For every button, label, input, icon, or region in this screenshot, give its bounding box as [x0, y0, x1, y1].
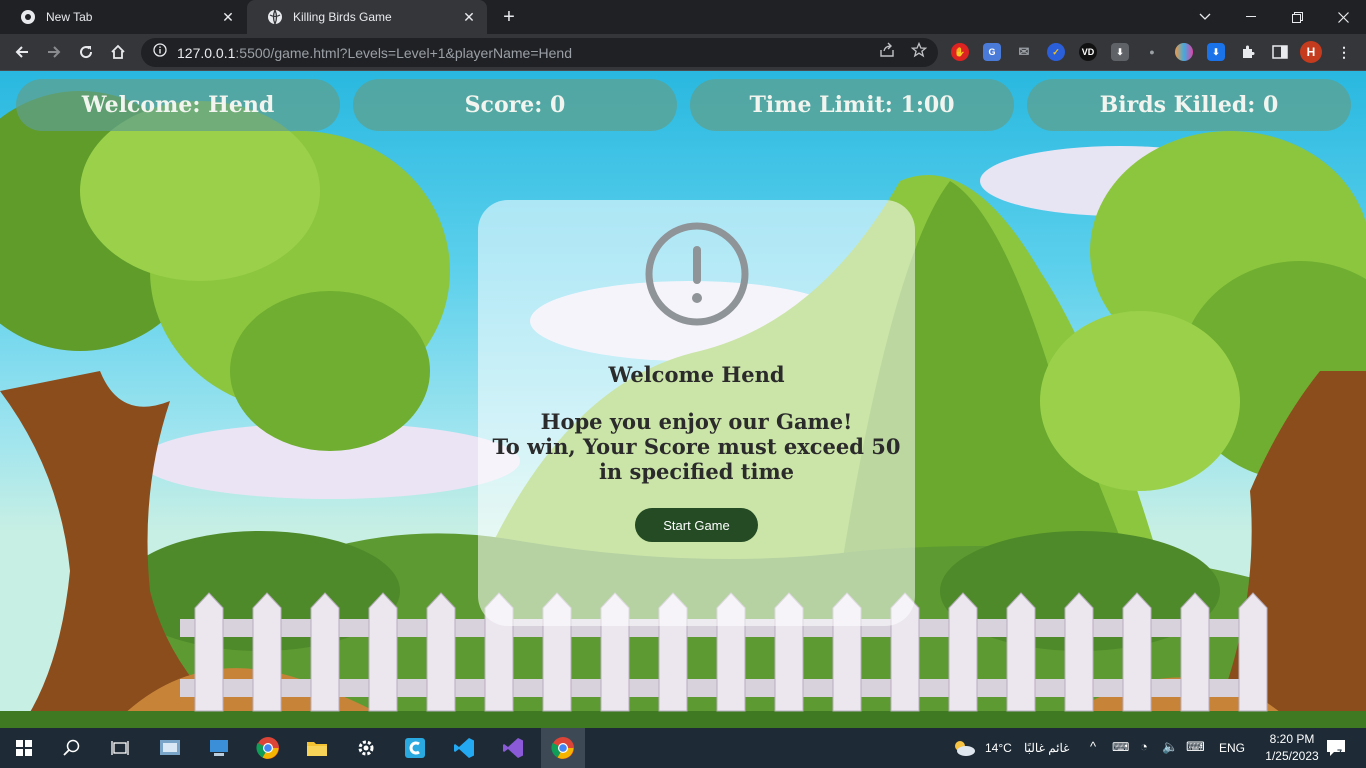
minimize-button[interactable] [1228, 0, 1274, 34]
fence-picket [194, 592, 224, 712]
notification-count: 7 [1337, 748, 1343, 758]
forward-button[interactable] [42, 40, 66, 64]
home-button[interactable] [106, 40, 130, 64]
hud-birds-killed: Birds Killed: 0 [1027, 79, 1351, 131]
fence-picket [252, 592, 282, 712]
profile-avatar[interactable]: H [1300, 41, 1322, 63]
exclamation-circle-icon [645, 222, 748, 326]
fence-picket [426, 592, 456, 712]
chrome-icon[interactable] [254, 734, 282, 762]
input-indicator-icon[interactable]: ⌨ [1112, 740, 1129, 754]
hud-time-limit: Time Limit: 1:00 [690, 79, 1014, 131]
fence-picket [1122, 592, 1152, 712]
ccleaner-icon[interactable] [401, 734, 429, 762]
game-area[interactable]: Welcome: Hend Score: 0 Time Limit: 1:00 … [0, 71, 1366, 728]
dialog-line-2: To win, Your Score must exceed 50 [492, 434, 901, 459]
bottle-extension-icon[interactable]: ● [1143, 43, 1161, 61]
back-button[interactable] [10, 40, 34, 64]
fence-picket [1238, 592, 1268, 712]
clock-date[interactable]: 1/25/2023 [1256, 749, 1328, 763]
keyboard-icon[interactable]: ⌨ [1186, 739, 1205, 755]
close-window-button[interactable] [1320, 0, 1366, 34]
settings-gear-icon[interactable] [352, 734, 380, 762]
kebab-menu-icon[interactable]: ⋮ [1335, 43, 1353, 61]
start-game-button[interactable]: Start Game [635, 508, 758, 542]
language-indicator[interactable]: ENG [1219, 741, 1245, 755]
volume-icon[interactable]: 🔈 [1162, 739, 1178, 755]
idm-extension-icon[interactable]: ⬇ [1207, 43, 1225, 61]
wifi-icon[interactable]: ◔ [1140, 739, 1148, 754]
chrome-icon [20, 9, 36, 25]
fence-picket [1064, 592, 1094, 712]
new-tab-button[interactable]: + [498, 6, 520, 28]
tab-new-tab[interactable]: New Tab ✕ [0, 0, 246, 34]
translate-extension-icon[interactable]: G [983, 43, 1001, 61]
globe-icon [267, 9, 283, 25]
info-icon[interactable] [153, 43, 167, 62]
file-explorer-icon[interactable] [303, 734, 331, 762]
fence-picket [948, 592, 978, 712]
url-path: :5500/game.html?Levels=Level+1&playerNam… [235, 44, 572, 61]
fence-picket [1180, 592, 1210, 712]
tab-title: Killing Birds Game [293, 10, 392, 24]
dialog-title: Welcome Hend [608, 362, 785, 387]
side-panel-icon[interactable] [1271, 43, 1289, 61]
download-extension-icon[interactable]: ⬇ [1111, 43, 1129, 61]
chevron-up-icon[interactable]: ^ [1090, 739, 1096, 754]
chevron-down-icon[interactable] [1182, 0, 1228, 34]
remote-desktop-icon[interactable] [205, 734, 233, 762]
fence-picket [1006, 592, 1036, 712]
chrome-icon[interactable] [549, 734, 577, 762]
welcome-dialog: Welcome Hend Hope you enjoy our Game! To… [478, 200, 915, 626]
windows-start-icon[interactable] [10, 734, 38, 762]
clock-time[interactable]: 8:20 PM [1262, 732, 1322, 746]
extensions-puzzle-icon[interactable] [1239, 43, 1257, 61]
check-extension-icon[interactable]: ✓ [1047, 43, 1065, 61]
browser-toolbar: 127.0.0.1:5500/game.html?Levels=Level+1&… [0, 34, 1366, 71]
fence-picket [310, 592, 340, 712]
reload-button[interactable] [74, 40, 98, 64]
hud-score: Score: 0 [353, 79, 677, 131]
dialog-line-3: in specified time [598, 459, 795, 484]
fence-picket [368, 592, 398, 712]
vscode-icon[interactable] [450, 734, 478, 762]
bookmark-star-icon[interactable] [910, 41, 928, 59]
close-icon[interactable]: ✕ [220, 9, 236, 25]
dialog-message: Hope you enjoy our Game! To win, Your Sc… [493, 409, 901, 484]
share-icon[interactable] [878, 41, 896, 59]
mail-extension-icon[interactable]: ✉ [1015, 43, 1033, 61]
close-icon[interactable]: ✕ [461, 9, 477, 25]
tab-title: New Tab [46, 10, 93, 24]
windows-taskbar: 14°C غائم غالبًا ^ ⌨ ◔ 🔈 ⌨ ENG 8:20 PM 1… [0, 728, 1366, 768]
notification-center-icon[interactable] [1322, 734, 1350, 762]
weather-condition[interactable]: غائم غالبًا [1024, 741, 1069, 755]
vd-extension-icon[interactable]: VD [1079, 43, 1097, 61]
visual-studio-icon[interactable] [499, 734, 527, 762]
hud-welcome: Welcome: Hend [16, 79, 340, 131]
weather-temperature[interactable]: 14°C [985, 741, 1012, 755]
screenshot-tool-icon[interactable] [156, 734, 184, 762]
search-icon[interactable] [58, 734, 86, 762]
url-host: 127.0.0.1 [177, 44, 236, 61]
restore-button[interactable] [1274, 0, 1320, 34]
color-extension-icon[interactable] [1175, 43, 1193, 61]
tab-killing-birds-game[interactable]: Killing Birds Game ✕ [247, 0, 487, 34]
adblock-extension-icon[interactable]: ✋ [951, 43, 969, 61]
task-view-icon[interactable] [106, 734, 134, 762]
address-bar[interactable]: 127.0.0.1:5500/game.html?Levels=Level+1&… [141, 38, 938, 67]
dialog-line-1: Hope you enjoy our Game! [540, 409, 853, 434]
tab-strip: New Tab ✕ Killing Birds Game ✕ + [0, 0, 1366, 34]
weather-cloud-icon[interactable] [950, 734, 978, 762]
